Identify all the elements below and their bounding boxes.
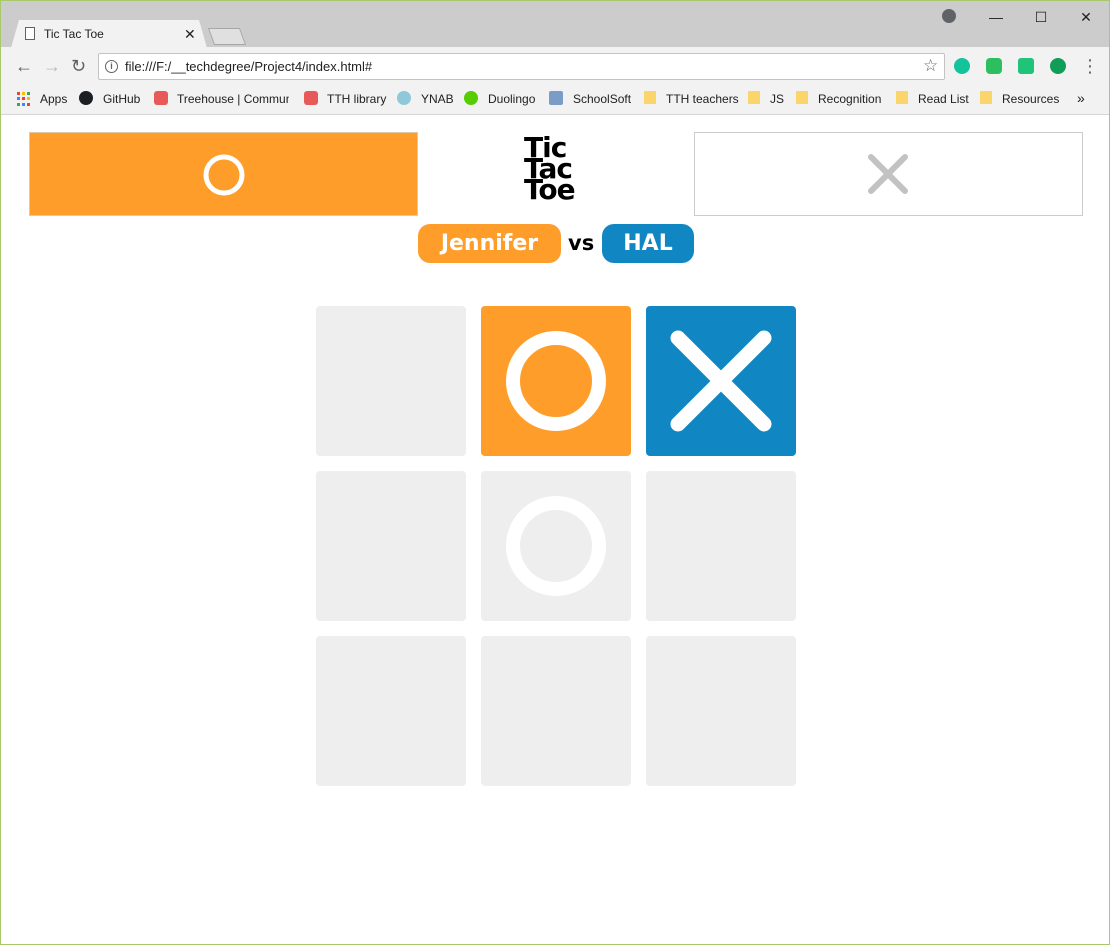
page-icon: [25, 27, 35, 40]
hangouts-icon[interactable]: [1050, 58, 1066, 74]
bookmark-star-icon[interactable]: ☆: [923, 56, 938, 76]
folder-icon: [896, 91, 908, 104]
bookmark-tth-teachers[interactable]: TTH teachers: [666, 92, 739, 106]
folder-icon: [644, 91, 656, 104]
board-cell-9[interactable]: [646, 636, 796, 786]
bookmark-treehouse-community[interactable]: Treehouse | Commun: [177, 92, 289, 106]
bookmark-read-list[interactable]: Read List: [918, 92, 969, 106]
x-symbol-icon: [670, 330, 772, 432]
o-symbol-icon: [203, 154, 245, 196]
grammarly-icon[interactable]: [954, 58, 970, 74]
board-cell-4[interactable]: [316, 471, 466, 621]
board-cell-8[interactable]: [481, 636, 631, 786]
apps-grid-icon: [17, 92, 31, 106]
close-window-button[interactable]: ✕: [1063, 7, 1109, 27]
treehouse-icon: [154, 91, 168, 105]
minimize-button[interactable]: —: [973, 7, 1019, 27]
new-tab-button[interactable]: [207, 28, 247, 45]
tree-icon: [397, 91, 411, 105]
bookmark-recognition[interactable]: Recognition: [818, 92, 881, 106]
logo-line-toe: Toe: [524, 173, 576, 206]
bookmark-apps[interactable]: Apps: [40, 92, 67, 106]
vs-label: vs: [568, 231, 595, 255]
evernote-icon[interactable]: [986, 58, 1002, 74]
player2-indicator: [694, 132, 1083, 216]
bookmark-tth-library[interactable]: TTH library: [327, 92, 386, 106]
maximize-button[interactable]: ☐: [1018, 7, 1064, 27]
treehouse-icon: [304, 91, 318, 105]
reload-button[interactable]: ↻: [71, 55, 86, 77]
bookmark-github[interactable]: GitHub: [103, 92, 140, 106]
owl-icon: [464, 91, 478, 105]
board-cell-2[interactable]: [481, 306, 631, 456]
player2-name-badge: HAL: [602, 224, 694, 263]
board-cell-7[interactable]: [316, 636, 466, 786]
bookmark-duolingo[interactable]: Duolingo: [488, 92, 535, 106]
tab-title[interactable]: Tic Tac Toe: [44, 27, 104, 41]
browser-tab[interactable]: [11, 20, 207, 48]
board-cell-1[interactable]: [316, 306, 466, 456]
bookmark-schoolsoft[interactable]: SchoolSoft: [573, 92, 631, 106]
board-cell-3[interactable]: [646, 306, 796, 456]
url-text[interactable]: file:///F:/__techdegree/Project4/index.h…: [125, 59, 372, 74]
bookmark-js[interactable]: JS: [770, 92, 784, 106]
profile-icon[interactable]: [942, 9, 956, 23]
browser-menu-icon[interactable]: ⋮: [1081, 55, 1099, 77]
github-icon: [79, 91, 93, 105]
player1-name-badge: Jennifer: [418, 224, 561, 263]
folder-icon: [796, 91, 808, 104]
o-hover-preview-icon: [506, 496, 606, 596]
player1-indicator: [29, 132, 418, 216]
folder-icon: [748, 91, 760, 104]
o-symbol-icon: [506, 331, 606, 431]
game-logo: Tic Tac Toe: [524, 134, 594, 206]
bookmark-ynab[interactable]: YNAB: [421, 92, 454, 106]
board-cell-6[interactable]: [646, 471, 796, 621]
schoolsoft-icon: [549, 91, 563, 105]
folder-icon: [980, 91, 992, 104]
tab-close-icon[interactable]: ✕: [184, 25, 196, 43]
bookmark-resources[interactable]: Resources: [1002, 92, 1059, 106]
pocket-icon[interactable]: [1018, 58, 1034, 74]
back-button[interactable]: ←: [15, 55, 33, 77]
x-symbol-icon: [868, 154, 908, 194]
board-cell-5[interactable]: [481, 471, 631, 621]
bookmarks-overflow-button[interactable]: »: [1077, 90, 1085, 106]
forward-button[interactable]: →: [43, 55, 61, 77]
info-icon[interactable]: i: [105, 60, 118, 73]
